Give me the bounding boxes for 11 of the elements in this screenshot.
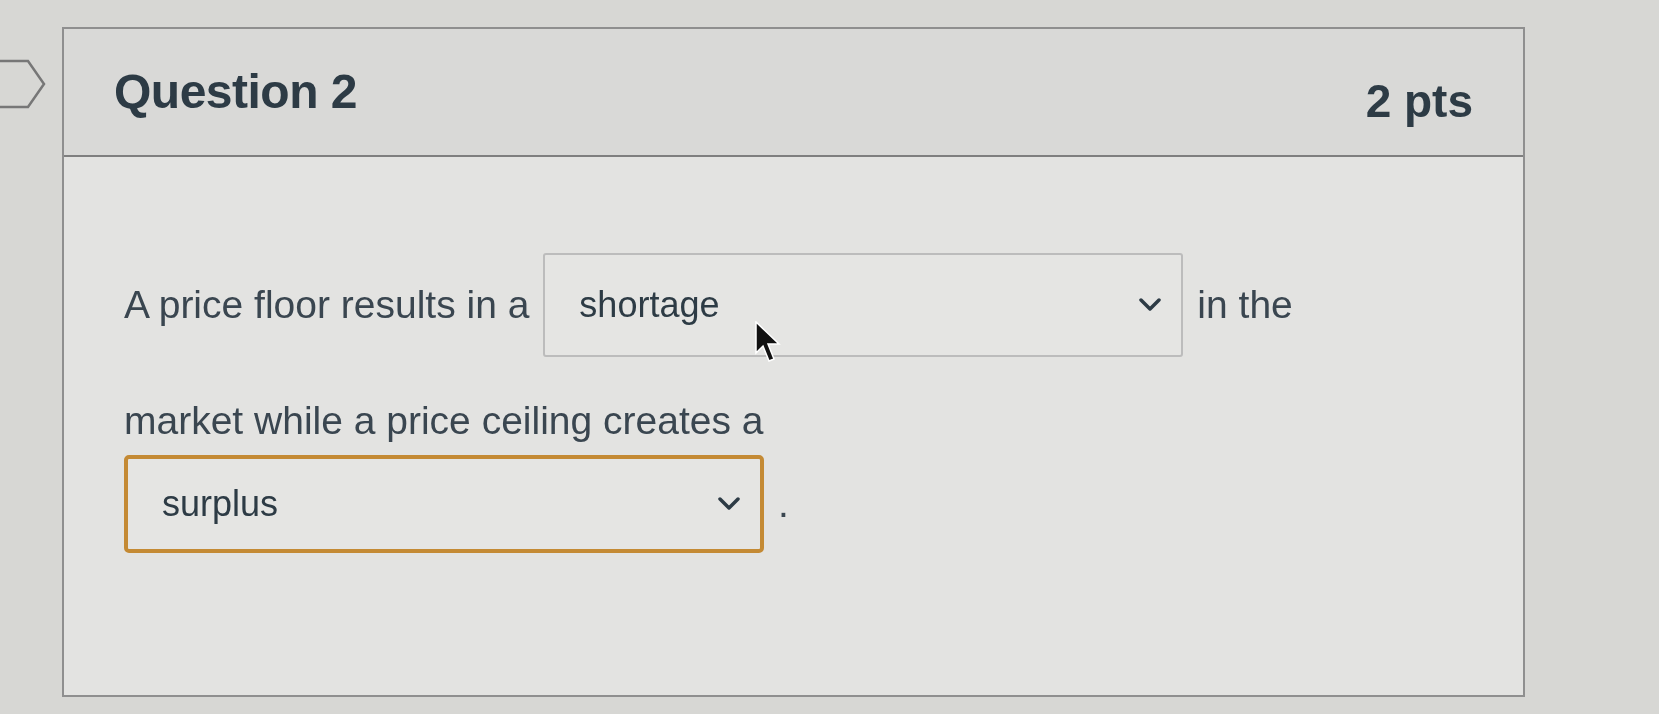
- answer-dropdown[interactable]: surplus: [124, 455, 764, 553]
- points-label: 2 pts: [1365, 73, 1473, 129]
- question-text: .: [778, 481, 789, 527]
- question-text: market while a price ceiling creates a: [124, 398, 764, 444]
- chevron-down-icon: [1139, 298, 1162, 312]
- answer-dropdown[interactable]: shortage: [543, 253, 1184, 357]
- tag-icon[interactable]: [0, 59, 46, 109]
- chevron-down-icon: [718, 497, 740, 511]
- question-text: A price floor results in a: [124, 282, 530, 328]
- question-title: Question 2: [114, 64, 358, 120]
- question-text: in the: [1197, 282, 1293, 328]
